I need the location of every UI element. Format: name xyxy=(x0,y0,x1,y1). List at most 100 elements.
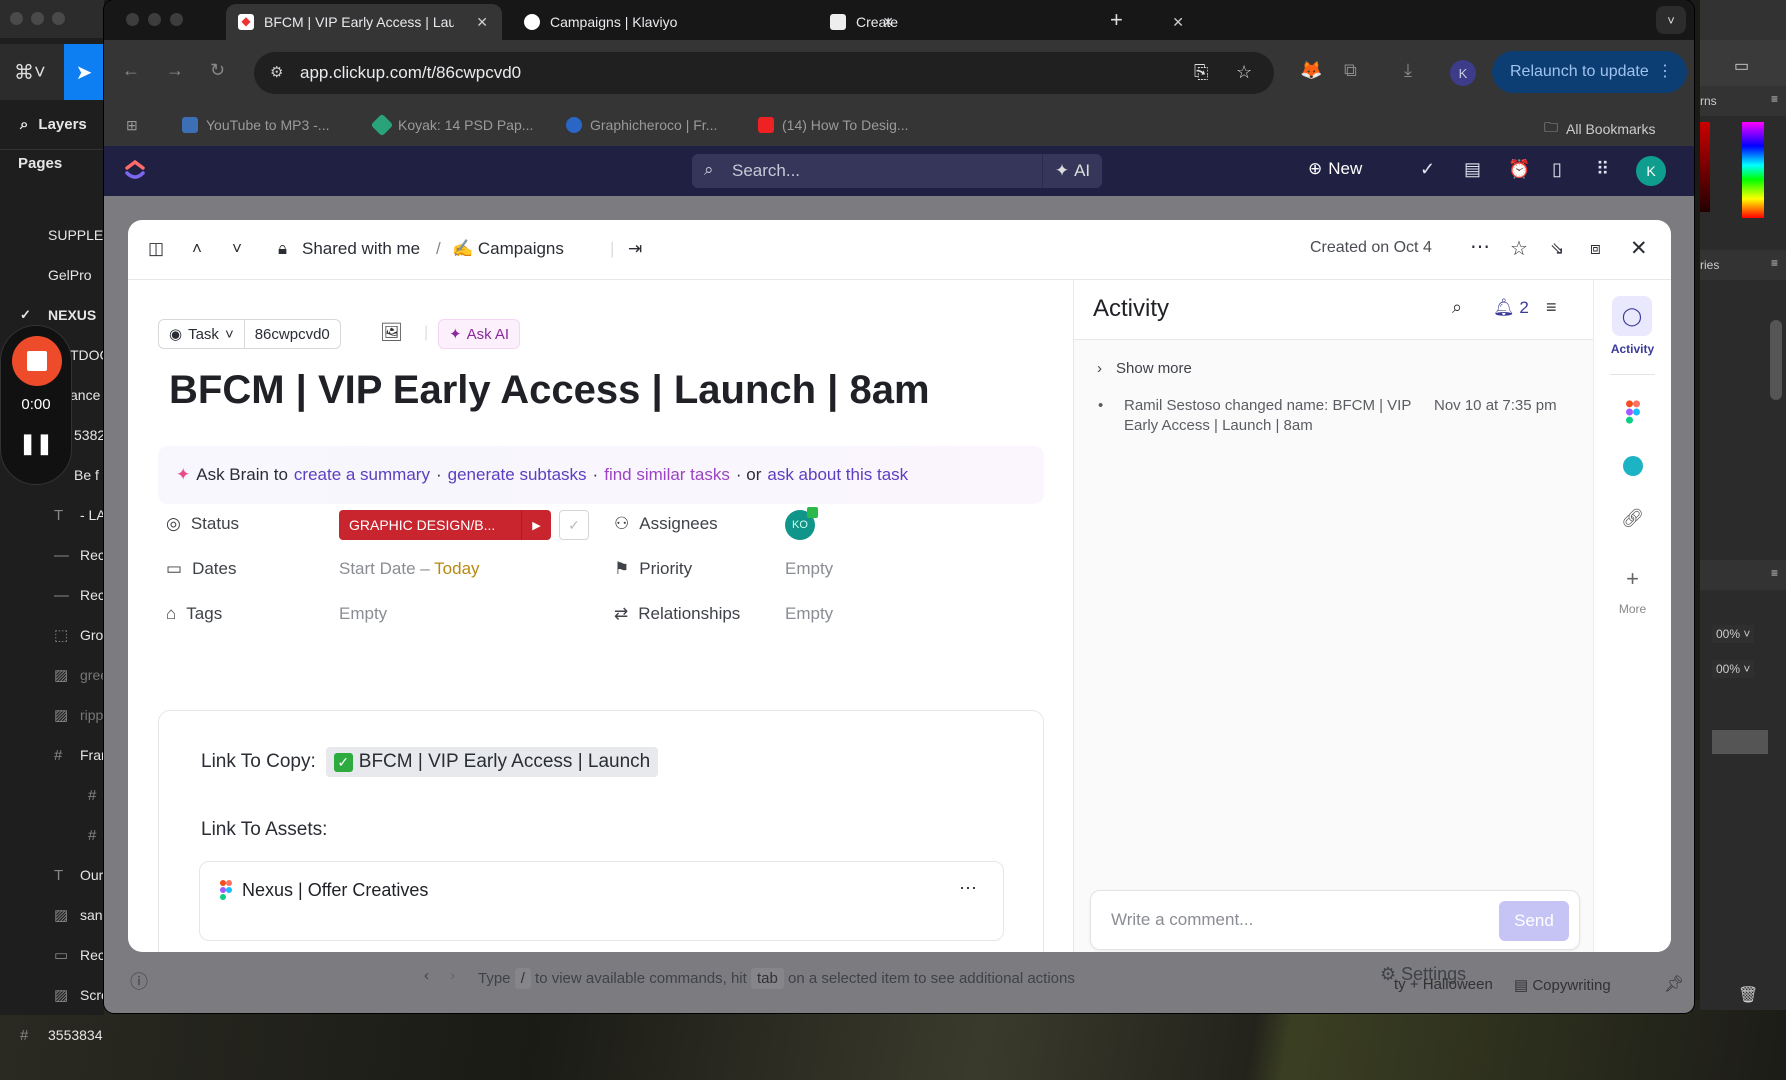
layer-item[interactable]: T Our xyxy=(0,855,104,895)
comment-input[interactable]: Write a comment... xyxy=(1111,910,1253,930)
forward-icon[interactable]: › xyxy=(450,967,455,984)
sidebar-toggle-icon[interactable]: ◫ xyxy=(148,239,164,259)
panel-tab-libraries[interactable]: ries xyxy=(1700,258,1719,272)
bookmark-item[interactable]: Koyak: 14 PSD Pap... xyxy=(370,113,533,137)
link-icon[interactable]: 🔗︎ xyxy=(1594,508,1671,529)
send-button[interactable]: Send xyxy=(1499,901,1569,941)
bookmark-item[interactable]: YouTube to MP3 -... xyxy=(182,117,329,133)
all-bookmarks[interactable]: 🗀 All Bookmarks xyxy=(1544,117,1655,141)
layer-item[interactable]: # xyxy=(0,775,104,815)
notifications-button[interactable]: 🔔︎ 2 xyxy=(1493,298,1529,318)
bookmark-item[interactable]: (14) How To Desig... xyxy=(758,117,909,133)
trash-icon[interactable]: 🗑 xyxy=(1738,985,1758,1005)
layer-item[interactable]: ⬚ Gro xyxy=(0,615,104,655)
image-icon[interactable]: 🖼︎ xyxy=(380,322,403,343)
bookmark-star-icon[interactable]: ☆ xyxy=(1236,62,1252,83)
move-tool-button[interactable]: ➤ xyxy=(64,44,104,100)
pin-icon[interactable]: 📌︎ xyxy=(1664,974,1684,994)
layers-tab[interactable]: ⌕ Layers xyxy=(0,100,104,150)
document-icon[interactable]: ▯ xyxy=(1552,159,1562,180)
doc-tab[interactable]: ty + Halloween xyxy=(1394,976,1493,993)
forward-icon[interactable]: → xyxy=(166,60,184,81)
stop-recording-button[interactable] xyxy=(12,336,62,386)
relationships-value[interactable]: Empty xyxy=(785,604,833,624)
panel-tab-patterns[interactable]: rns xyxy=(1700,94,1717,108)
layer-item[interactable]: T- LA xyxy=(0,495,104,535)
panel-menu-icon[interactable]: ≡ xyxy=(1771,256,1778,270)
layer-item[interactable]: ▨ san xyxy=(0,895,104,935)
bookmark-item[interactable]: Graphicheroco | Fr... xyxy=(566,117,717,133)
create-summary-link[interactable]: create a summary xyxy=(294,465,430,485)
more-icon[interactable]: ⋯ xyxy=(1470,234,1490,259)
move-task-icon[interactable]: ⇥ xyxy=(628,239,642,259)
profile-avatar[interactable]: K xyxy=(1450,60,1476,86)
page-item[interactable]: GelPro xyxy=(0,255,104,295)
search-input[interactable]: ⌕ Search... ✦ AI xyxy=(692,154,1102,188)
tab-create[interactable]: Create ✕ xyxy=(818,4,1198,40)
task-description[interactable]: Link To Copy: ✓ BFCM | VIP Early Access |… xyxy=(158,710,1044,952)
layer-item[interactable]: ▭ Rec xyxy=(0,935,104,975)
next-task-icon[interactable]: ˅ xyxy=(232,239,242,259)
check-circle-icon[interactable]: ✓ xyxy=(1420,159,1435,180)
opacity-field[interactable]: 00% ˅ xyxy=(1712,625,1755,643)
ask-about-task-link[interactable]: ask about this task xyxy=(767,465,908,485)
tab-search-button[interactable]: ˅ xyxy=(1656,6,1686,34)
help-icon[interactable]: ⓘ xyxy=(130,968,148,994)
status-button[interactable]: GRAPHIC DESIGN/B... ▶ xyxy=(339,510,551,540)
doc-tab-copywriting[interactable]: ▤ Copywriting xyxy=(1514,976,1611,994)
close-modal-icon[interactable]: ✕ xyxy=(1630,236,1648,261)
layer-item[interactable]: #3553834 xyxy=(0,1015,104,1055)
new-button[interactable]: ⊕ New xyxy=(1308,159,1362,179)
comment-box[interactable]: Write a comment... Send xyxy=(1090,890,1580,950)
find-similar-tasks-link[interactable]: find similar tasks xyxy=(604,465,730,485)
window-controls[interactable] xyxy=(126,13,183,26)
figma-integration[interactable] xyxy=(1594,400,1671,429)
layer-item[interactable]: — Rec xyxy=(0,575,104,615)
layer-item[interactable]: #Fran xyxy=(0,735,104,775)
layer-item[interactable]: ▨ ripp xyxy=(0,695,104,735)
metamask-extension-icon[interactable]: 🦊 xyxy=(1300,60,1322,81)
asset-name[interactable]: Nexus | Offer Creatives xyxy=(242,880,428,901)
dates-value[interactable]: Start Date – Today xyxy=(339,559,480,579)
notepad-icon[interactable]: ▤ xyxy=(1464,159,1481,180)
page-item[interactable]: SUPPLEMENT xyxy=(0,215,104,255)
downloads-icon[interactable]: ⤓ xyxy=(1404,60,1412,81)
generate-subtasks-link[interactable]: generate subtasks xyxy=(448,465,587,485)
layer-item[interactable]: # xyxy=(0,815,104,855)
pause-button[interactable]: ❚❚ xyxy=(1,431,71,456)
task-type-dropdown[interactable]: ◉ Task ˅ xyxy=(159,320,245,348)
canva-integration[interactable] xyxy=(1594,456,1671,481)
back-icon[interactable]: ‹ xyxy=(424,967,429,984)
apps-grid-icon[interactable]: ⠿ xyxy=(1596,159,1609,180)
asset-card[interactable]: Nexus | Offer Creatives ⋯ xyxy=(199,861,1004,941)
reload-icon[interactable]: ↻ xyxy=(210,60,225,81)
complete-task-button[interactable]: ✓ xyxy=(559,510,589,540)
panel-menu-icon[interactable]: ≡ xyxy=(1771,566,1778,580)
panel-scrollbar[interactable] xyxy=(1770,320,1782,400)
new-tab-button[interactable]: + xyxy=(1110,7,1123,33)
minimize-icon[interactable]: ⇘ xyxy=(1550,239,1564,259)
add-more-icon[interactable]: + xyxy=(1594,566,1671,592)
next-status-icon[interactable]: ▶ xyxy=(521,510,551,540)
asset-more-icon[interactable]: ⋯ xyxy=(959,878,977,899)
alarm-icon[interactable]: ⏰ xyxy=(1508,159,1530,180)
close-tab-icon[interactable]: ✕ xyxy=(1172,14,1184,31)
relaunch-to-update-button[interactable]: Relaunch to update ⋮ xyxy=(1492,51,1687,93)
ask-ai-button[interactable]: ✦ Ask AI xyxy=(438,319,521,349)
tab-clickup-task[interactable]: ◆ BFCM | VIP Early Access | Launch | 8am… xyxy=(226,4,502,40)
task-type-pill[interactable]: ◉ Task ˅ 86cwpcvd0 xyxy=(158,319,341,349)
task-id[interactable]: 86cwpcvd0 xyxy=(245,320,340,348)
extensions-icon[interactable]: ⧉ xyxy=(1344,60,1357,81)
window-controls[interactable] xyxy=(10,12,65,25)
favorite-star-icon[interactable]: ☆ xyxy=(1510,236,1528,261)
back-icon[interactable]: ← xyxy=(122,60,140,81)
breadcrumb-shared[interactable]: Shared with me xyxy=(302,239,420,259)
show-more-button[interactable]: › Show more xyxy=(1097,360,1192,377)
clickup-logo[interactable] xyxy=(124,159,146,181)
install-app-icon[interactable]: ⎘ xyxy=(1194,62,1208,83)
panel-menu-icon[interactable]: ≡ xyxy=(1771,92,1778,106)
panel-layout-icon[interactable]: ▭ xyxy=(1734,56,1749,76)
close-tab-icon[interactable]: ✕ xyxy=(476,14,488,31)
search-icon[interactable]: ⌕ xyxy=(1452,297,1462,318)
layer-item[interactable]: ▨Scre xyxy=(0,975,104,1015)
